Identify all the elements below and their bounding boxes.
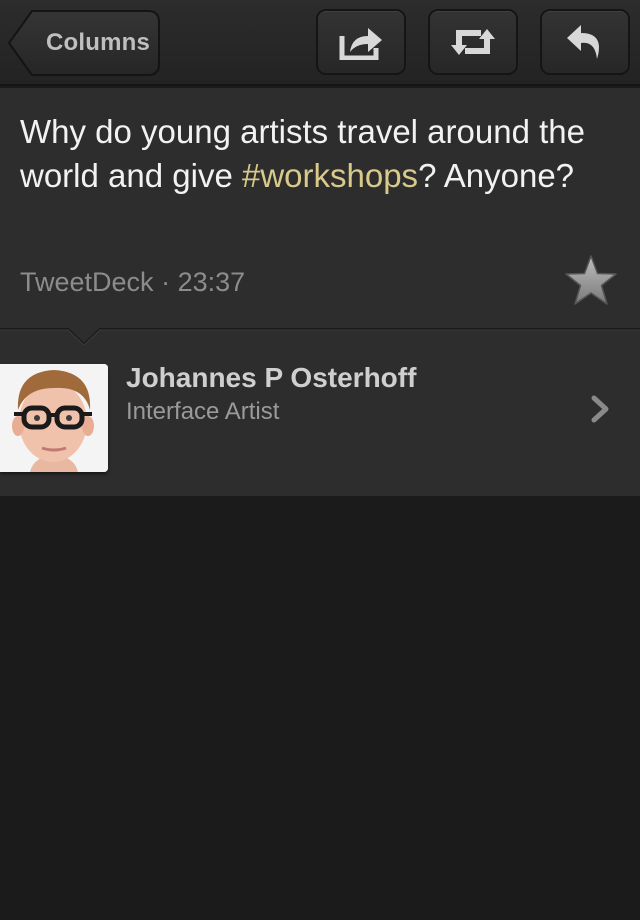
star-icon[interactable] (564, 254, 618, 308)
back-button-label: Columns (45, 29, 151, 56)
tweet-time: 23:37 (177, 267, 246, 297)
tweet-text: Why do young artists travel around the w… (20, 110, 620, 198)
hashtag-link[interactable]: #workshops (242, 157, 418, 194)
retweet-button[interactable] (428, 9, 518, 75)
tweet-detail: Why do young artists travel around the w… (0, 88, 640, 330)
tweet-meta: TweetDeck · 23:37 (20, 262, 245, 302)
meta-separator: · (161, 267, 171, 297)
avatar-photo (0, 364, 108, 472)
reply-button[interactable] (540, 9, 630, 75)
tweet-text-after: ? Anyone? (418, 157, 575, 194)
author-bio: Interface Artist (126, 398, 280, 425)
tweet-source[interactable]: TweetDeck (20, 267, 154, 297)
columns-back-button[interactable]: Columns (8, 10, 160, 76)
top-toolbar: Columns (0, 0, 640, 86)
reply-icon (567, 25, 599, 59)
chevron-right-icon[interactable] (588, 394, 612, 424)
share-icon (339, 28, 382, 60)
author-avatar[interactable] (0, 364, 108, 472)
retweet-icon (451, 29, 495, 55)
author-name: Johannes P Osterhoff (126, 362, 417, 393)
section-divider (0, 328, 640, 346)
author-row[interactable]: Johannes P Osterhoff Interface Artist (0, 330, 640, 496)
share-button[interactable] (316, 9, 406, 75)
